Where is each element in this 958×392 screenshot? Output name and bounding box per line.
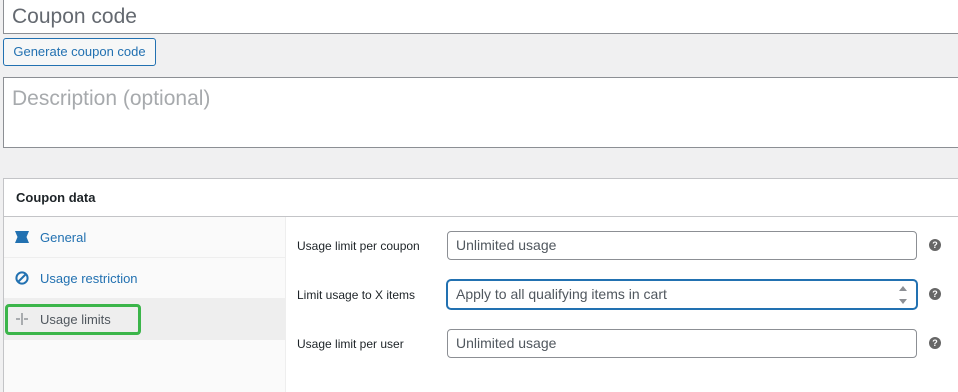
help-icon[interactable]: ? (929, 239, 941, 251)
tab-general-label: General (40, 229, 87, 245)
generate-coupon-code-button[interactable]: Generate coupon code (3, 38, 156, 66)
limits-icon (14, 311, 30, 327)
limit-usage-to-x-items-row: Limit usage to X items Apply to all qual… (286, 280, 958, 310)
usage-limit-per-coupon-label: Usage limit per coupon (297, 239, 420, 253)
ticket-icon (14, 229, 30, 245)
block-icon (14, 270, 30, 286)
coupon-data-tabs: General Usage restriction Usage limits (4, 217, 286, 392)
limit-usage-to-x-items-label: Limit usage to X items (297, 288, 416, 302)
tab-general[interactable]: General (4, 217, 285, 258)
help-icon[interactable]: ? (929, 337, 941, 349)
tab-usage-limits-label: Usage limits (40, 311, 111, 327)
coupon-data-title: Coupon data (4, 179, 958, 217)
limit-usage-to-x-items-placeholder: Apply to all qualifying items in cart (456, 286, 667, 302)
help-icon[interactable]: ? (929, 288, 941, 300)
usage-limit-per-user-row: Usage limit per user Unlimited usage ? (286, 329, 958, 359)
limit-usage-to-x-items-input[interactable]: Apply to all qualifying items in cart (447, 280, 917, 309)
tab-usage-limits[interactable]: Usage limits (4, 299, 285, 340)
usage-limit-per-user-input[interactable]: Unlimited usage (447, 329, 917, 358)
number-spinner[interactable] (896, 282, 910, 308)
description-textarea[interactable]: Description (optional) (3, 77, 958, 148)
coupon-data-panel: Coupon data General Usage restriction Us… (3, 178, 958, 392)
usage-limit-per-coupon-input[interactable]: Unlimited usage (447, 231, 917, 260)
tab-usage-restriction-label: Usage restriction (40, 270, 138, 286)
tab-usage-restriction[interactable]: Usage restriction (4, 258, 285, 299)
coupon-code-input[interactable]: Coupon code (3, 0, 958, 34)
usage-limit-per-coupon-row: Usage limit per coupon Unlimited usage ? (286, 231, 958, 261)
usage-limits-fields: Usage limit per coupon Unlimited usage ?… (286, 217, 958, 392)
usage-limit-per-user-label: Usage limit per user (297, 337, 404, 351)
